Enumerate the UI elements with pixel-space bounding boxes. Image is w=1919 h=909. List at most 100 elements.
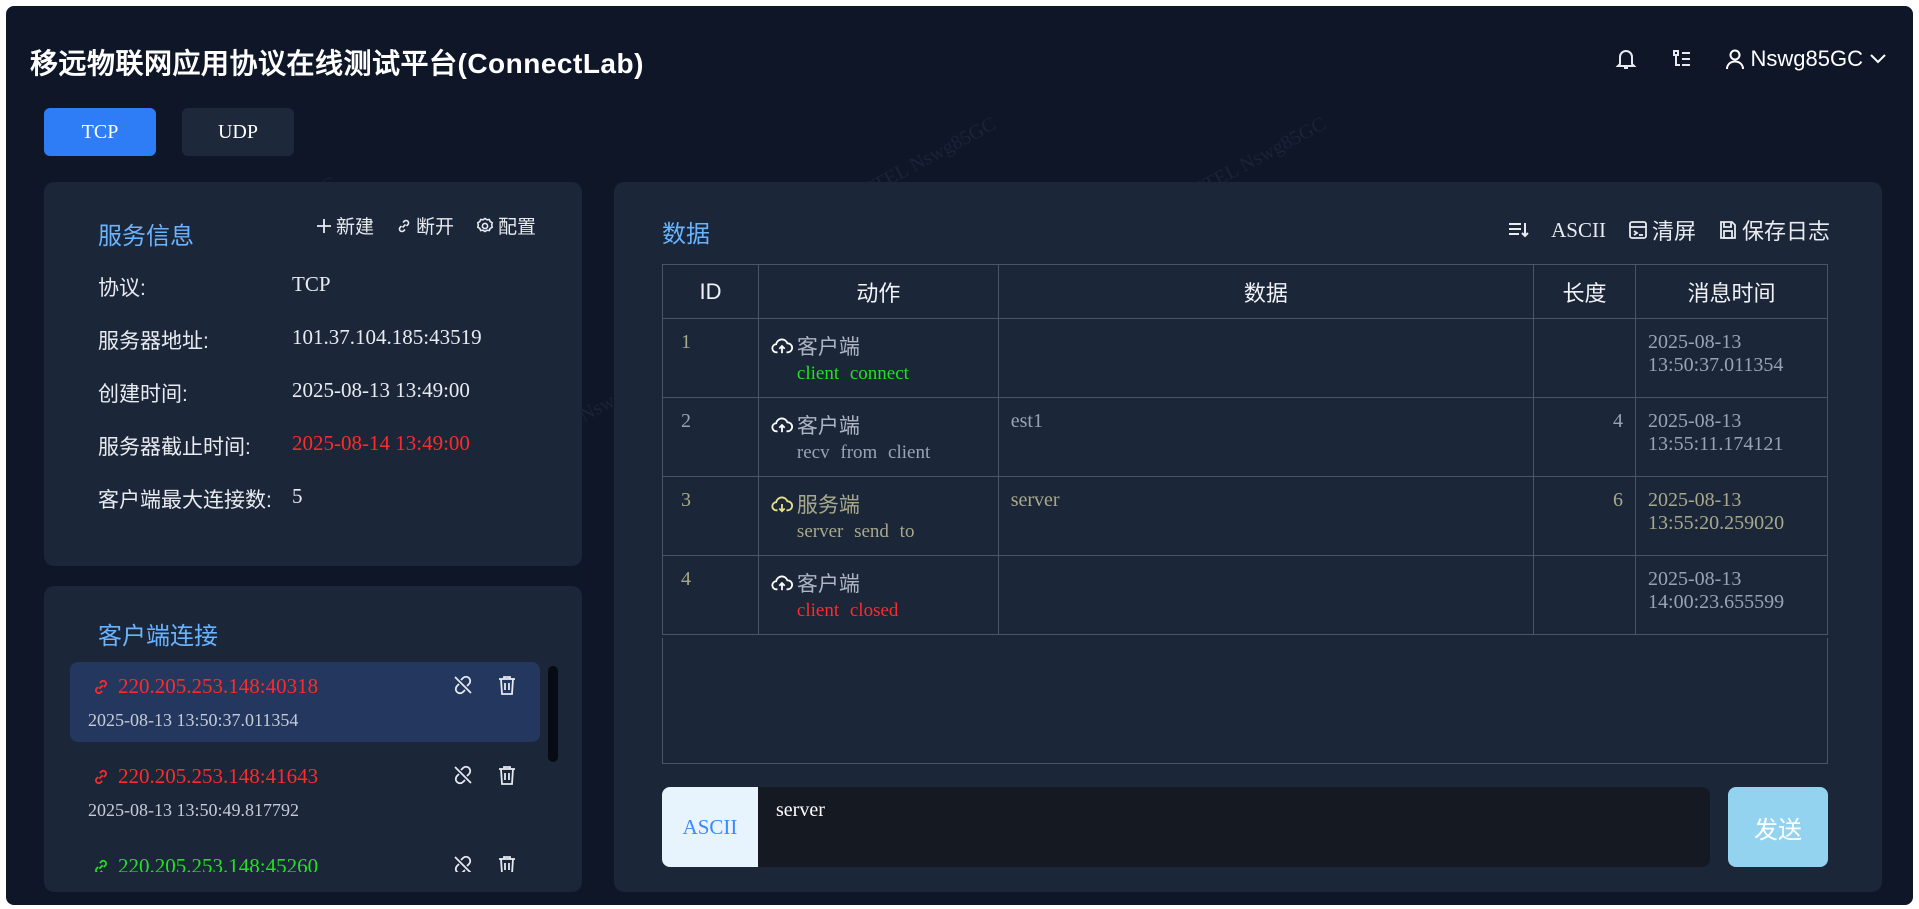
service-info-panel: 服务信息 新建 断开 配置 协议: TCP 服务器地址: 101.37.104.… — [44, 182, 582, 566]
column-header: ID — [662, 264, 759, 319]
trash-icon[interactable] — [496, 854, 518, 872]
client-actions — [452, 854, 518, 872]
cloud-upload-icon — [771, 417, 793, 433]
actor-label: 服务端 — [796, 494, 860, 517]
client-actions — [452, 764, 518, 786]
unlink-icon[interactable] — [452, 764, 474, 786]
switch-icon[interactable] — [1669, 46, 1695, 72]
client-item[interactable]: 220.205.253.148:40318 2025-08-13 13:50:3… — [70, 662, 540, 742]
send-button[interactable]: 发送 — [1728, 787, 1828, 867]
client-list[interactable]: 220.205.253.148:40318 2025-08-13 13:50:3… — [70, 662, 540, 872]
new-button[interactable]: 新建 — [316, 212, 374, 239]
action-desc: client connect — [796, 363, 909, 384]
client-item[interactable]: 220.205.253.148:41643 2025-08-13 13:50:4… — [70, 752, 540, 832]
disconnect-button[interactable]: 断开 — [396, 212, 454, 239]
clear-label: 清屏 — [1651, 219, 1696, 244]
scroll-bottom-button[interactable] — [1507, 220, 1529, 240]
column-header: 动作 — [757, 264, 999, 319]
gear-icon — [476, 217, 494, 232]
info-value: 101.37.104.185:43519 — [292, 325, 482, 349]
cell-id: 3 — [662, 476, 759, 556]
list-bottom-icon — [1509, 223, 1529, 238]
action-desc: recv from client — [796, 442, 931, 463]
cell-data — [997, 318, 1535, 398]
config-button[interactable]: 配置 — [476, 212, 536, 239]
client-time: 2025-08-13 13:50:37.011354 — [88, 710, 299, 730]
cell-length — [1533, 318, 1637, 398]
header-actions: Nswg85GC — [1613, 46, 1887, 72]
cell-id: 4 — [662, 555, 759, 635]
link-icon — [95, 679, 107, 694]
bell-icon[interactable] — [1613, 46, 1639, 72]
send-mode-button[interactable]: ASCII — [662, 787, 758, 867]
user-icon — [1725, 49, 1744, 70]
info-label: 服务器截止时间: — [98, 436, 251, 459]
link-icon — [398, 219, 410, 232]
time-date: 2025-08-13 — [1648, 489, 1742, 511]
cell-data: server — [997, 476, 1535, 556]
info-row-expiry-time: 服务器截止时间: 2025-08-14 13:49:00 — [98, 431, 470, 461]
cell-action: 客户端 client closed — [757, 555, 999, 635]
client-ip: 220.205.253.148:41643 — [92, 764, 318, 789]
tab-tcp[interactable]: TCP — [44, 108, 156, 156]
cloud-download-icon — [771, 496, 793, 513]
column-header: 消息时间 — [1635, 264, 1828, 319]
service-actions: 新建 断开 配置 — [316, 212, 536, 239]
new-label: 新建 — [335, 217, 374, 238]
data-title: 数据 — [662, 221, 710, 248]
cell-time: 2025-08-13 13:50:37.011354 — [1635, 318, 1828, 398]
clear-screen-button[interactable]: 清屏 — [1628, 214, 1696, 246]
info-row-server-address: 服务器地址: 101.37.104.185:43519 — [98, 325, 482, 355]
info-row-created-time: 创建时间: 2025-08-13 13:49:00 — [98, 378, 470, 408]
info-row-protocol: 协议: TCP — [98, 272, 331, 302]
ascii-mode-toggle[interactable]: ASCII — [1551, 218, 1606, 243]
unlink-icon[interactable] — [452, 854, 474, 872]
client-ip: 220.205.253.148:45260 — [92, 854, 318, 872]
cell-length: 6 — [1533, 476, 1637, 556]
trash-icon[interactable] — [496, 764, 518, 786]
link-icon — [95, 859, 107, 872]
cell-data: est1 — [997, 397, 1535, 477]
cell-time: 2025-08-13 13:55:20.259020 — [1635, 476, 1828, 556]
cell-time: 2025-08-13 13:55:11.174121 — [1635, 397, 1828, 477]
message-input[interactable]: server — [758, 787, 1710, 867]
user-menu[interactable]: Nswg85GC — [1725, 46, 1887, 72]
app-window: QUECTEL Nswg85GC QUECTEL Nswg85GC QUECTE… — [6, 6, 1913, 905]
tab-udp[interactable]: UDP — [182, 108, 294, 156]
table-row: 4 客户端 client closed 2025-08-13 14:00:23.… — [662, 555, 1828, 635]
cell-action: 服务端 server send to — [757, 476, 999, 556]
actor-label: 客户端 — [796, 336, 860, 359]
column-header: 长度 — [1533, 264, 1637, 319]
time-date: 2025-08-13 — [1648, 410, 1742, 432]
time-clock: 14:00:23.655599 — [1648, 591, 1785, 613]
username: Nswg85GC — [1750, 46, 1863, 71]
config-label: 配置 — [497, 217, 536, 238]
unlink-icon[interactable] — [452, 674, 474, 696]
cell-id: 2 — [662, 397, 759, 477]
client-list-scrollbar[interactable] — [548, 666, 558, 762]
client-item[interactable]: 220.205.253.148:45260 — [70, 842, 540, 872]
client-connections-title: 客户端连接 — [98, 623, 218, 650]
trash-icon[interactable] — [496, 674, 518, 696]
cell-data — [997, 555, 1535, 635]
cell-id: 1 — [662, 318, 759, 398]
actor-label: 客户端 — [796, 573, 860, 596]
info-row-max-clients: 客户端最大连接数: 5 — [98, 484, 303, 514]
save-log-button[interactable]: 保存日志 — [1718, 214, 1830, 246]
send-bar: ASCII server 发送 — [662, 787, 1828, 867]
info-label: 服务器地址: — [98, 330, 209, 353]
cell-action: 客户端 recv from client — [757, 397, 999, 477]
table-row: 1 客户端 client connect 2025-08-13 13:50:37… — [662, 318, 1828, 398]
cell-length: 4 — [1533, 397, 1637, 477]
info-value: 2025-08-13 13:49:00 — [292, 378, 470, 402]
info-value: 2025-08-14 13:49:00 — [292, 431, 470, 455]
cloud-upload-icon — [771, 338, 793, 354]
table-row: 3 服务端 server send to server 6 2025-08-13… — [662, 476, 1828, 556]
cell-length — [1533, 555, 1637, 635]
time-clock: 13:50:37.011354 — [1648, 354, 1784, 376]
plus-icon — [316, 218, 331, 233]
column-header: 数据 — [997, 264, 1535, 319]
actor-label: 客户端 — [796, 415, 860, 438]
save-icon — [1720, 221, 1736, 239]
time-clock: 13:55:11.174121 — [1648, 433, 1784, 455]
